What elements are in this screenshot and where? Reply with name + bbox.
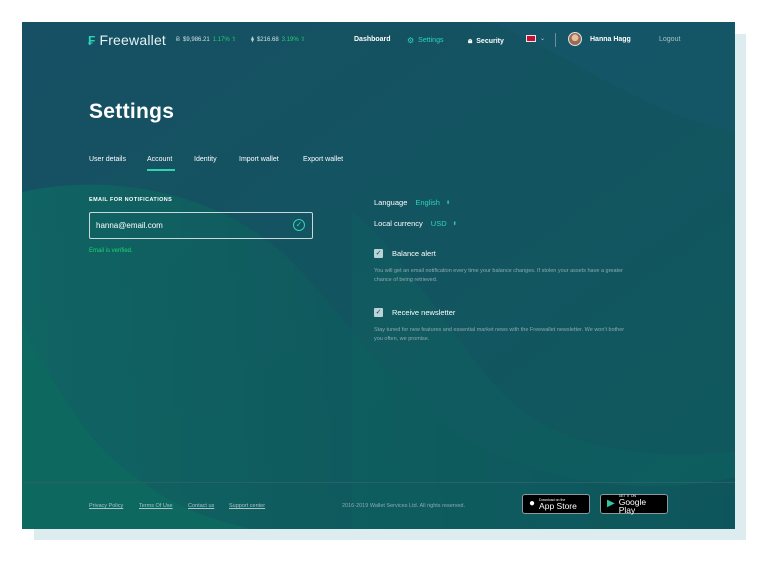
ticker-change: 1.17% ⇧	[212, 37, 237, 43]
ethereum-icon: ⧫	[251, 37, 254, 43]
nav-security-label: Security	[476, 37, 504, 45]
currency-label: Local currency	[374, 219, 423, 228]
tab-user-details[interactable]: User details	[89, 156, 126, 163]
freewallet-logo[interactable]: ₣ Freewallet	[88, 32, 166, 48]
google-play-big-text: Google Play	[618, 497, 647, 515]
select-arrows-icon: ⬍	[452, 220, 457, 227]
chevron-down-icon[interactable]: ⌄	[540, 35, 545, 42]
language-row: Language English ⬍	[374, 198, 450, 207]
nav-settings[interactable]: ⚙ Settings	[407, 36, 443, 45]
terms-of-use-link[interactable]: Terms Of Use	[139, 503, 173, 509]
app-window: ₣ Freewallet Ƀ $9,986.21 1.17% ⇧ ⧫ $216.…	[22, 22, 735, 529]
logo-icon: ₣	[88, 32, 96, 48]
ticker-eth: ⧫ $216.68 3.19% ⇧	[251, 36, 306, 44]
ticker-change: 3.19% ⇧	[281, 37, 306, 43]
currency-row: Local currency USD ⬍	[374, 219, 457, 228]
tab-identity[interactable]: Identity	[194, 156, 217, 163]
ticker-price: $216.68	[256, 36, 279, 43]
gear-icon: ⚙	[407, 36, 415, 45]
language-value: English	[415, 198, 440, 207]
currency-select[interactable]: USD ⬍	[431, 219, 457, 228]
apple-icon: ●	[529, 498, 536, 509]
nav-divider	[555, 33, 556, 47]
currency-value: USD	[430, 219, 447, 228]
newsletter-option[interactable]: ✓ Receive newsletter	[374, 308, 455, 317]
ticker-price: $9,986.21	[183, 36, 210, 43]
email-field-label: EMAIL FOR NOTIFICATIONS	[89, 197, 173, 203]
email-value: hanna@email.com	[96, 221, 163, 230]
newsletter-label: Receive newsletter	[392, 308, 456, 317]
language-select[interactable]: English ⬍	[415, 198, 450, 207]
balance-alert-option[interactable]: ✓ Balance alert	[374, 249, 436, 258]
tab-import-wallet[interactable]: Import wallet	[239, 156, 279, 163]
select-arrows-icon: ⬍	[445, 199, 451, 206]
top-navigation: ₣ Freewallet Ƀ $9,986.21 1.17% ⇧ ⧫ $216.…	[22, 22, 735, 60]
balance-alert-description: You will get an email notification every…	[374, 268, 623, 283]
privacy-policy-link[interactable]: Privacy Policy	[89, 503, 123, 509]
ticker-btc: Ƀ $9,986.21 1.17% ⇧	[176, 36, 237, 44]
nav-dashboard-label: Dashboard	[354, 36, 391, 43]
copyright-text: 2016-2019 Wallet Services Ltd. All right…	[342, 503, 465, 509]
newsletter-checkbox[interactable]: ✓	[374, 308, 383, 317]
balance-alert-checkbox[interactable]: ✓	[374, 249, 383, 258]
bitcoin-icon: Ƀ	[176, 36, 181, 43]
tab-account[interactable]: Account	[147, 156, 172, 163]
user-name[interactable]: Hanna Hagg	[590, 36, 631, 43]
lock-icon: 🔒︎	[468, 36, 473, 45]
google-play-button[interactable]: ▶ GET IT ON Google Play	[600, 494, 668, 514]
play-icon: ▶	[607, 498, 615, 509]
avatar[interactable]	[568, 32, 582, 46]
language-label: Language	[374, 198, 408, 207]
active-tab-indicator	[147, 169, 175, 171]
nav-dashboard[interactable]: Dashboard	[354, 36, 391, 43]
footer-divider	[22, 482, 735, 483]
tab-export-wallet[interactable]: Export wallet	[303, 156, 343, 163]
support-center-link[interactable]: Support center	[229, 503, 265, 509]
app-store-button[interactable]: ● Download on the App Store	[522, 494, 590, 514]
nav-security[interactable]: 🔒︎ Security	[468, 36, 504, 46]
uk-flag-icon[interactable]	[526, 35, 536, 42]
logout-link[interactable]: Logout	[659, 36, 680, 43]
email-verified-status: Email is verified.	[89, 248, 133, 254]
app-store-big-text: App Store	[539, 501, 577, 511]
verified-check-icon: ✓	[293, 219, 305, 231]
balance-alert-label: Balance alert	[392, 249, 436, 258]
email-field[interactable]: hanna@email.com ✓	[89, 212, 313, 239]
page-title: Settings	[89, 100, 175, 123]
brand-name: Freewallet	[99, 32, 167, 48]
nav-settings-label: Settings	[418, 37, 444, 44]
contact-us-link[interactable]: Contact us	[188, 503, 214, 509]
newsletter-description: Stay tuned for new features and essentia…	[374, 327, 625, 342]
